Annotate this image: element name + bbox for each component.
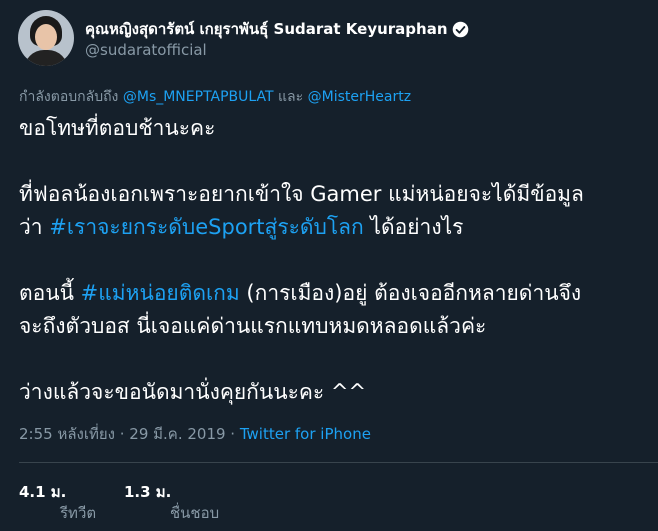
tweet-timestamp[interactable]: 2:55 หลังเที่ยง · 29 มี.ค. 2019 ·: [19, 425, 240, 443]
mention-link-1[interactable]: @Ms_MNEPTAPBULAT: [123, 89, 274, 105]
divider: [19, 462, 658, 463]
replying-to: กำลังตอบกลับถึง @Ms_MNEPTAPBULAT และ @Mi…: [19, 86, 411, 108]
avatar-face: [35, 24, 57, 50]
tweet-source-link[interactable]: Twitter for iPhone: [240, 425, 371, 443]
tweet-line: ที่ฟอลน้องเอกเพราะอยากเข้าใจ Gamer แม่หน…: [19, 182, 584, 206]
replying-to-conj: และ: [273, 89, 308, 105]
tweet-line: ขอโทษที่ตอบช้านะคะ: [19, 116, 216, 140]
verified-badge-icon: [452, 21, 468, 37]
avatar-body: [24, 50, 68, 66]
tweet-line: ตอนนี้ #แม่หน่อยติดเกม (การเมือง)อยู่ ต้…: [19, 281, 582, 305]
display-name[interactable]: คุณหญิงสุดารัตน์ เกยุราพันธุ์ Sudarat Ke…: [85, 17, 448, 41]
retweet-label[interactable]: รีทวีต: [60, 501, 96, 525]
profile-avatar[interactable]: [18, 10, 74, 66]
tweet-text: ขอโทษที่ตอบช้านะคะ ที่ฟอลน้องเอกเพราะอยา…: [19, 112, 658, 409]
mention-link-2[interactable]: @MisterHeartz: [308, 89, 411, 105]
tweet-metadata: 2:55 หลังเที่ยง · 29 มี.ค. 2019 · Twitte…: [19, 422, 371, 446]
hashtag-link[interactable]: #แม่หน่อยติดเกม: [81, 281, 240, 305]
tweet-line: ว่างแล้วจะขอนัดมานั่งคุยกันนะคะ ^^: [19, 380, 367, 404]
user-handle[interactable]: @sudaratofficial: [85, 41, 207, 59]
like-count[interactable]: 1.3 ม.: [124, 480, 171, 504]
hashtag-link[interactable]: #เราจะยกระดับeSportสู่ระดับโลก: [49, 215, 363, 239]
tweet-line: จะถึงตัวบอส นี่เจอแค่ด่านแรกแทบหมดหลอดแล…: [19, 314, 487, 338]
tweet-line: ว่า #เราจะยกระดับeSportสู่ระดับโลก ได้อย…: [19, 215, 464, 239]
replying-to-prefix: กำลังตอบกลับถึง: [19, 89, 123, 105]
like-label[interactable]: ชื่นชอบ: [170, 501, 219, 525]
display-name-row[interactable]: คุณหญิงสุดารัตน์ เกยุราพันธุ์ Sudarat Ke…: [85, 17, 469, 41]
